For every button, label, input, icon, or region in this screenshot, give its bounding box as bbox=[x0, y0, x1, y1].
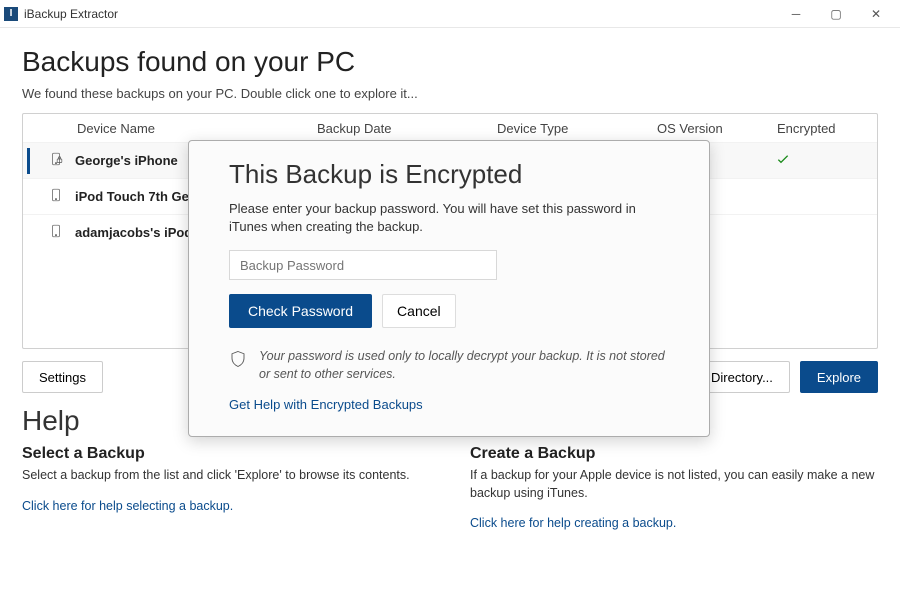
explore-button[interactable]: Explore bbox=[800, 361, 878, 393]
shield-icon bbox=[229, 350, 247, 368]
help-create-body: If a backup for your Apple device is not… bbox=[470, 467, 878, 502]
col-device-name[interactable]: Device Name bbox=[75, 121, 315, 136]
encrypted-backup-dialog: This Backup is Encrypted Please enter yo… bbox=[188, 140, 710, 437]
col-backup-date[interactable]: Backup Date bbox=[315, 121, 495, 136]
selection-indicator bbox=[27, 220, 30, 246]
col-os-version[interactable]: OS Version bbox=[655, 121, 775, 136]
help-create-heading: Create a Backup bbox=[470, 445, 878, 463]
page-title: Backups found on your PC bbox=[22, 46, 878, 78]
check-password-button[interactable]: Check Password bbox=[229, 294, 372, 328]
minimize-button[interactable]: ─ bbox=[776, 0, 816, 28]
encrypted-help-link[interactable]: Get Help with Encrypted Backups bbox=[229, 397, 423, 412]
close-button[interactable]: ✕ bbox=[856, 0, 896, 28]
col-encrypted[interactable]: Encrypted bbox=[775, 121, 855, 136]
phone-icon bbox=[49, 224, 63, 238]
phone-locked-icon bbox=[49, 152, 63, 166]
help-select-backup: Select a Backup Select a backup from the… bbox=[22, 445, 430, 532]
app-icon bbox=[4, 7, 18, 21]
cell-encrypted bbox=[775, 151, 855, 170]
help-select-body: Select a backup from the list and click … bbox=[22, 467, 430, 485]
selection-indicator bbox=[27, 148, 30, 174]
check-icon bbox=[775, 151, 791, 167]
window-title: iBackup Extractor bbox=[24, 7, 776, 21]
settings-button[interactable]: Settings bbox=[22, 361, 103, 393]
title-bar: iBackup Extractor ─ ▢ ✕ bbox=[0, 0, 900, 28]
cancel-button[interactable]: Cancel bbox=[382, 294, 456, 328]
dialog-title: This Backup is Encrypted bbox=[229, 159, 669, 190]
backup-password-input[interactable] bbox=[229, 250, 497, 280]
table-header: Device Name Backup Date Device Type OS V… bbox=[23, 114, 877, 142]
selection-indicator bbox=[27, 184, 30, 210]
help-select-link[interactable]: Click here for help selecting a backup. bbox=[22, 499, 233, 513]
col-device-type[interactable]: Device Type bbox=[495, 121, 655, 136]
dialog-note-text: Your password is used only to locally de… bbox=[259, 348, 669, 383]
help-create-backup: Create a Backup If a backup for your App… bbox=[470, 445, 878, 532]
help-create-link[interactable]: Click here for help creating a backup. bbox=[470, 516, 676, 530]
help-select-heading: Select a Backup bbox=[22, 445, 430, 463]
page-subtitle: We found these backups on your PC. Doubl… bbox=[22, 86, 878, 101]
phone-icon bbox=[49, 188, 63, 202]
dialog-body: Please enter your backup password. You w… bbox=[229, 200, 669, 236]
maximize-button[interactable]: ▢ bbox=[816, 0, 856, 28]
window-controls: ─ ▢ ✕ bbox=[776, 0, 896, 28]
dialog-note: Your password is used only to locally de… bbox=[229, 348, 669, 383]
